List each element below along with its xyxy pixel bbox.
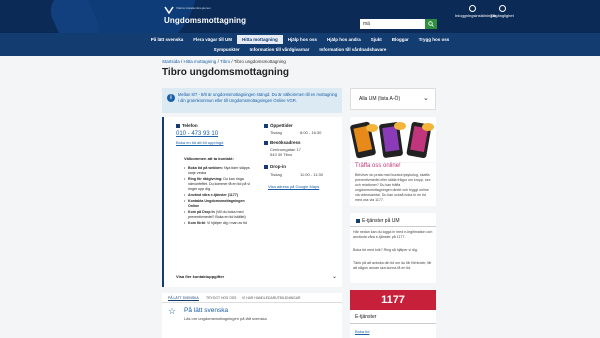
site-title[interactable]: Ungdomsmottagning	[164, 16, 246, 25]
more-contact-toggle[interactable]: Visa fler kontaktuppgifter	[176, 274, 224, 279]
tab-divider	[162, 302, 342, 303]
breadcrumb-link[interactable]: Startsida	[162, 59, 180, 64]
tab-safe[interactable]: Tryggt hos oss	[206, 296, 236, 300]
book-time-link[interactable]: Boka tid	[355, 329, 369, 334]
list-item: Använd våra e-tjänster (1177)	[184, 193, 252, 198]
promo-title[interactable]: Träffa oss online!	[350, 163, 436, 171]
phone-icon	[176, 123, 180, 128]
list-item: Kontakta Ungdomsmottagningen Online	[184, 199, 252, 209]
info-icon: i	[167, 94, 175, 102]
nav-item-feedback[interactable]: Sympunkter	[209, 45, 245, 54]
address-line: 543 30 Tibro	[270, 152, 293, 157]
logo-text: Västra Götalandsregionen	[176, 6, 211, 10]
breadcrumb-link[interactable]: Hitta mottagning	[184, 59, 217, 64]
phone-link[interactable]: 010 - 473 93 10	[176, 131, 218, 137]
content-tabs: På lätt svenska Tryggt hos oss Vi har ha…	[162, 293, 342, 338]
divider	[350, 226, 436, 227]
all-clinics-dropdown[interactable]: Alla UM (lista A-Ö) ⌄	[350, 88, 436, 110]
contact-list: Boka tid på webben: Nya tider släpps var…	[184, 166, 252, 227]
star-icon: ☆	[168, 306, 177, 316]
nav-item-find-clinic[interactable]: Hitta mottagning	[236, 35, 283, 44]
dropdown-label: Alla UM (lista A-Ö)	[359, 96, 401, 102]
eservices-text: Tänk på att avboka din tid om du får för…	[353, 261, 432, 270]
accessibility-link[interactable]: Tillgänglighet	[485, 5, 519, 18]
walk-in-icon	[264, 164, 268, 169]
nav-item-guardians[interactable]: Information till vårdnadshavare	[314, 45, 391, 54]
phones-image	[350, 121, 434, 159]
breadcrumb-link[interactable]: Tibro	[220, 59, 230, 64]
tab-easy-swedish[interactable]: På lätt svenska	[168, 296, 199, 301]
page-title: Tibro ungdomsmottagning	[162, 67, 290, 78]
nav-item-blogs[interactable]: Bloggar	[387, 35, 414, 44]
user-icon	[468, 5, 476, 12]
promo-text: Behöver du prata med kurator/psykolog, s…	[350, 171, 436, 206]
hours-row: Tisdag 8:00 - 16:30	[270, 130, 322, 135]
accessibility-icon	[498, 5, 506, 12]
welcome-heading: Välkommen att ta kontakt:	[184, 156, 234, 161]
search-input[interactable]	[360, 19, 425, 29]
easy-swedish-text: Läs om ungdomsmottagningen på lätt svens…	[184, 316, 267, 321]
book-call-link[interactable]: Boka en tid att bli uppringd	[176, 140, 223, 145]
nav-item-help-here[interactable]: Hjälp hos oss	[283, 35, 322, 44]
hours-label: Öppettider	[264, 123, 293, 128]
main-nav: På lätt svenska Flera vägar till UM Hitt…	[0, 33, 600, 56]
eservice-panel: E-tjänster Boka tid	[350, 310, 436, 338]
list-item: Kom förbi: Vi hjälper dig i man av tid	[184, 221, 252, 226]
list-item: Boka tid på webben: Nya tider släpps var…	[184, 166, 252, 176]
site-header: Västra Götalandsregionen Ungdomsmottagni…	[0, 0, 600, 33]
location-icon	[264, 140, 268, 145]
visit-address-label: Besöksadress	[264, 140, 301, 145]
eservice-title: E-tjänster	[355, 314, 377, 320]
search-icon	[428, 21, 434, 27]
divider	[350, 323, 436, 324]
breadcrumb: Startsida / Hitta mottagning / Tibro / T…	[162, 59, 286, 64]
logo-1177[interactable]: 1177	[350, 290, 436, 310]
breadcrumb-current: Tibro ungdomsmottagning	[233, 59, 286, 64]
nav-item-safe[interactable]: Trygg hos oss	[414, 35, 455, 44]
eservices-text: Boka tid med tolk? Ring så hjälper vi di…	[353, 248, 418, 252]
accessibility-label: Tillgänglighet	[490, 13, 514, 18]
nav-item-sjukt[interactable]: Sjukt	[366, 35, 387, 44]
dropin-label: Drop-in	[264, 164, 286, 169]
dropin-row: Tisdag 11:00 - 11:30	[270, 172, 323, 177]
lock-icon	[356, 218, 360, 223]
phone-label: Telefon	[176, 123, 198, 128]
list-item: Kom på Drop in (Vill du boka med prevent…	[184, 210, 252, 220]
nav-item-ways-to-um[interactable]: Flera vägar till UM	[188, 35, 237, 44]
tab-training[interactable]: Vi har handledarutbildningar	[242, 296, 300, 300]
eservices-box: E-tjänster på UM Här nedan kan du logga …	[350, 213, 436, 283]
google-maps-link[interactable]: Visa adress på Google Maps	[268, 184, 319, 189]
nav-row: På lätt svenska Flera vägar till UM Hitt…	[0, 35, 600, 44]
settings-link[interactable]: Inloggningsinstälningar	[455, 5, 496, 18]
list-item: Ring för rådgivning: Du kan ringa närvon…	[184, 177, 252, 192]
easy-swedish-link[interactable]: På lätt svenska	[184, 307, 228, 314]
eservices-title: E-tjänster på UM	[356, 218, 400, 224]
nav-item-easy-swedish[interactable]: På lätt svenska	[146, 35, 189, 44]
contact-card: Telefon 010 - 473 93 10 Boka en tid att …	[162, 117, 342, 287]
eservices-text: Här nedan kan du logga in med e-legitima…	[353, 230, 433, 239]
search-button[interactable]	[425, 19, 437, 29]
vgr-logo-icon[interactable]	[164, 6, 174, 14]
info-notice: i Mellan 8/7 - 8/8 är ungdomsmottagninge…	[162, 88, 342, 113]
clock-icon	[264, 123, 268, 128]
nav-item-care-providers[interactable]: Information till vårdgivarnar	[245, 45, 315, 54]
nav-item-help-others[interactable]: Hjälp hos andra	[322, 35, 366, 44]
info-text: Mellan 8/7 - 8/8 är ungdomsmottagningen …	[178, 92, 338, 103]
nav-row: Sympunkter Information till vårdgivarnar…	[0, 45, 600, 54]
chevron-down-icon[interactable]: ⌄	[332, 273, 337, 280]
phones-illustration	[350, 117, 436, 162]
chevron-down-icon: ⌄	[423, 95, 429, 102]
